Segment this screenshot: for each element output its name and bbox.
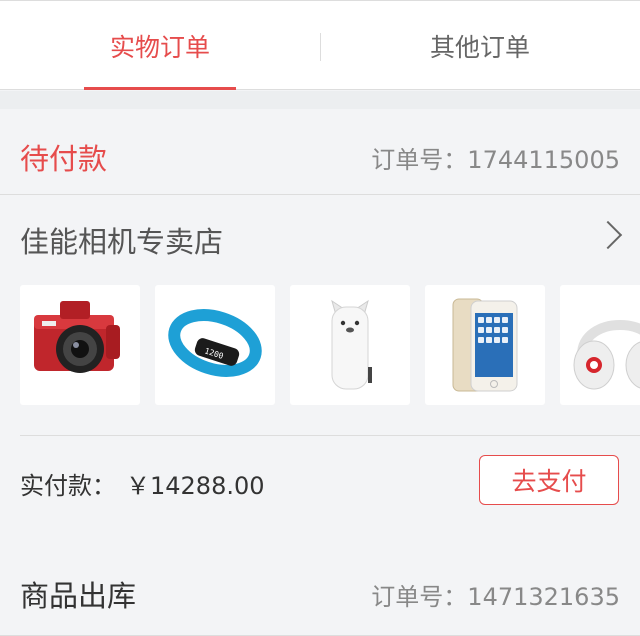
- product-thumbnails[interactable]: 1200: [20, 285, 640, 405]
- product-thumb-phone[interactable]: [425, 285, 545, 405]
- tab-physical-orders[interactable]: 实物订单: [0, 1, 320, 91]
- divider: [20, 435, 640, 436]
- order-tabs: 实物订单 其他订单: [0, 0, 640, 90]
- store-row[interactable]: 佳能相机专卖店: [0, 195, 640, 279]
- order-number: 订单号：1744115005: [371, 146, 620, 174]
- chevron-right-icon: [593, 220, 623, 250]
- section-gap: [0, 91, 640, 109]
- order-header-2: 商品出库 订单号：1471321635: [0, 545, 640, 636]
- smartphone-icon: [452, 298, 518, 392]
- camera-icon: [34, 301, 120, 373]
- order-status: 待付款: [20, 142, 108, 176]
- product-thumb-powerbank[interactable]: [290, 285, 410, 405]
- fitness-band-icon: 1200: [168, 309, 262, 377]
- product-thumb-headphones[interactable]: [560, 285, 640, 405]
- paid-amount: ￥14288.00: [126, 472, 265, 500]
- order-header: 待付款 订单号：1744115005: [0, 110, 640, 195]
- power-bank-icon: [331, 299, 372, 390]
- order-number-2: 订单号：1471321635: [371, 583, 620, 611]
- active-tab-indicator: [84, 87, 236, 90]
- pay-button[interactable]: 去支付: [479, 455, 619, 505]
- store-name: 佳能相机专卖店: [20, 225, 224, 259]
- order-status-2: 商品出库: [20, 579, 137, 613]
- paid-label: 实付款：: [20, 472, 116, 500]
- product-thumb-camera[interactable]: [20, 285, 140, 405]
- tab-other-orders[interactable]: 其他订单: [320, 1, 640, 91]
- headphones-icon: [573, 320, 640, 390]
- product-thumb-band[interactable]: 1200: [155, 285, 275, 405]
